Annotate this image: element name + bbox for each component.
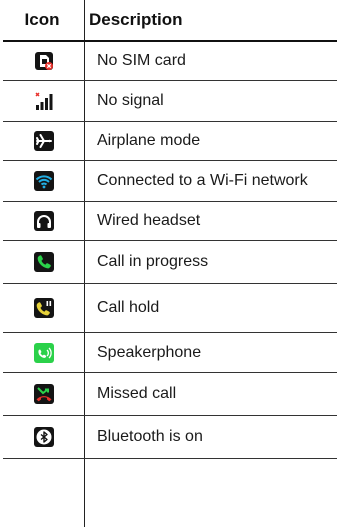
row-description: No SIM card xyxy=(97,52,186,69)
row-description: Missed call xyxy=(97,385,177,402)
no-signal-icon xyxy=(34,91,54,111)
table-header: Icon Description xyxy=(3,0,337,42)
row-description: Airplane mode xyxy=(97,132,201,149)
row-description: Call in progress xyxy=(97,253,209,270)
status-icons-table: Icon Description No SIM card No signal A… xyxy=(3,0,337,527)
table-row: Speakerphone xyxy=(3,333,337,373)
speakerphone-icon xyxy=(33,342,54,363)
call-in-progress-icon xyxy=(33,252,54,272)
table-row: Call hold xyxy=(3,284,337,333)
row-description: Speakerphone xyxy=(97,343,202,361)
table-row: Wired headset xyxy=(3,202,337,241)
row-description: Connected to a Wi-Fi network xyxy=(97,172,308,189)
row-description: Call hold xyxy=(97,299,160,316)
wired-headset-icon xyxy=(33,211,54,231)
row-description: Wired headset xyxy=(97,212,201,229)
wifi-icon xyxy=(33,171,54,191)
no-sim-card-icon xyxy=(34,51,54,71)
missed-call-icon xyxy=(33,384,54,404)
call-hold-icon xyxy=(33,298,54,318)
table-row: Connected to a Wi-Fi network xyxy=(3,161,337,202)
row-description: Bluetooth is on xyxy=(97,428,203,445)
bluetooth-icon xyxy=(33,427,54,447)
header-icon: Icon xyxy=(24,10,60,29)
table-row: Bluetooth is on xyxy=(3,416,337,459)
header-description: Description xyxy=(89,10,183,29)
table-row: No signal xyxy=(3,81,337,122)
table-row: Call in progress xyxy=(3,241,337,284)
table-row: Missed call xyxy=(3,373,337,416)
table-row: Airplane mode xyxy=(3,122,337,161)
table-row: No SIM card xyxy=(3,42,337,81)
row-description: No signal xyxy=(97,92,164,109)
airplane-mode-icon xyxy=(33,131,54,151)
